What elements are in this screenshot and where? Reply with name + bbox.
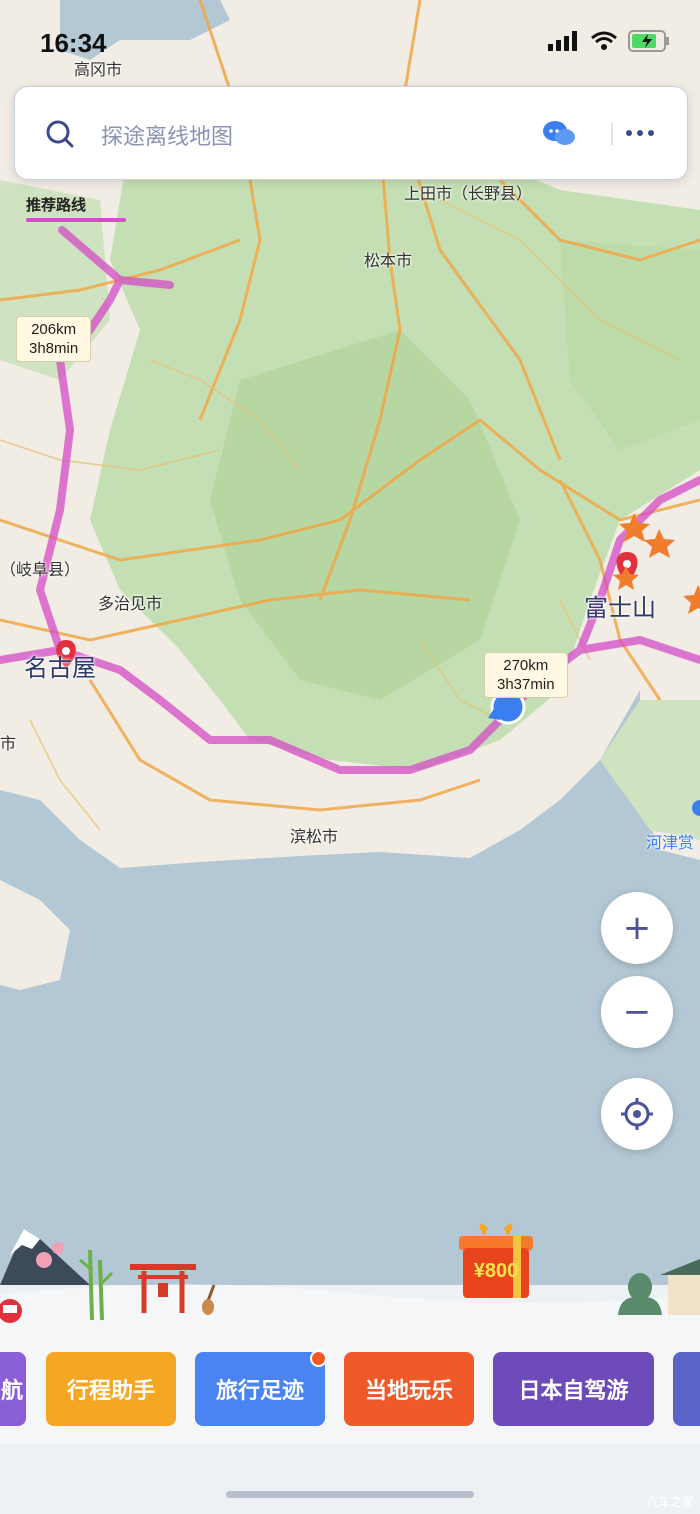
callout-duration: 3h8min: [29, 340, 79, 357]
gift-box-icon[interactable]: [457, 1220, 535, 1298]
card-travel-footprint[interactable]: 旅行足迹: [195, 1350, 327, 1426]
label-gifu: （岐阜县）: [0, 560, 81, 579]
callout-distance: 206km: [31, 321, 77, 338]
card-label: 当地玩乐: [364, 1379, 453, 1404]
status-time: 16:34: [40, 28, 107, 58]
card-navigation[interactable]: 航: [0, 1352, 26, 1426]
watermark: 汽车之家: [645, 1495, 694, 1509]
search-input[interactable]: 探途离线地图: [101, 119, 233, 151]
label-nagoya: 名古屋: [24, 654, 96, 682]
card-label: 行程助手: [66, 1379, 155, 1404]
route-legend-line: [26, 218, 126, 222]
label-fuji: 富士山: [584, 594, 656, 622]
card-label: 旅行足迹: [215, 1379, 304, 1404]
label-matsumoto: 松本市: [364, 251, 413, 270]
card-trip-assistant[interactable]: 行程助手: [46, 1352, 176, 1426]
card-label: 日本自驾游: [518, 1379, 629, 1404]
search-icon[interactable]: [45, 119, 75, 149]
label-takaoka: 高冈市: [74, 60, 123, 79]
zoom-in-button[interactable]: +: [601, 892, 673, 964]
search-bar[interactable]: 探途离线地图: [14, 86, 688, 180]
card-label: 航: [0, 1379, 23, 1404]
notification-dot: [310, 1350, 327, 1367]
chat-icon[interactable]: [541, 119, 577, 149]
route-callout[interactable]: 206km 3h8min: [16, 316, 92, 362]
route-legend-label: 推荐路线: [26, 196, 87, 214]
label-hamamatsu: 滨松市: [290, 827, 339, 846]
locate-button[interactable]: [601, 1078, 673, 1150]
search-separator: [611, 123, 613, 145]
callout-duration: 3h37min: [497, 676, 555, 693]
label-ueda: 上田市（长野县）: [404, 184, 533, 203]
callout-distance: 270km: [503, 657, 549, 674]
card-japan-self-drive[interactable]: 日本自驾游: [493, 1352, 654, 1426]
locate-icon: [621, 1098, 653, 1130]
label-tajimi: 多治见市: [98, 594, 163, 613]
system-icons: [548, 30, 670, 52]
gift-amount[interactable]: ¥800: [457, 1260, 535, 1283]
battery-icon: [628, 30, 669, 52]
zoom-out-button[interactable]: −: [601, 976, 673, 1048]
card-local-fun[interactable]: 当地玩乐: [344, 1352, 474, 1426]
home-indicator: [226, 1491, 474, 1498]
more-icon[interactable]: [625, 127, 655, 139]
label-city-left: 市: [0, 734, 17, 753]
card-more[interactable]: [673, 1352, 700, 1426]
route-callout[interactable]: 270km 3h37min: [484, 652, 568, 698]
label-kawazu: 河津赏: [646, 833, 695, 852]
feature-card-row: 航 行程助手 旅行足迹 当地玩乐 日本自驾游: [0, 1350, 700, 1426]
wifi-icon: [591, 31, 617, 50]
signal-icon: [548, 31, 577, 51]
